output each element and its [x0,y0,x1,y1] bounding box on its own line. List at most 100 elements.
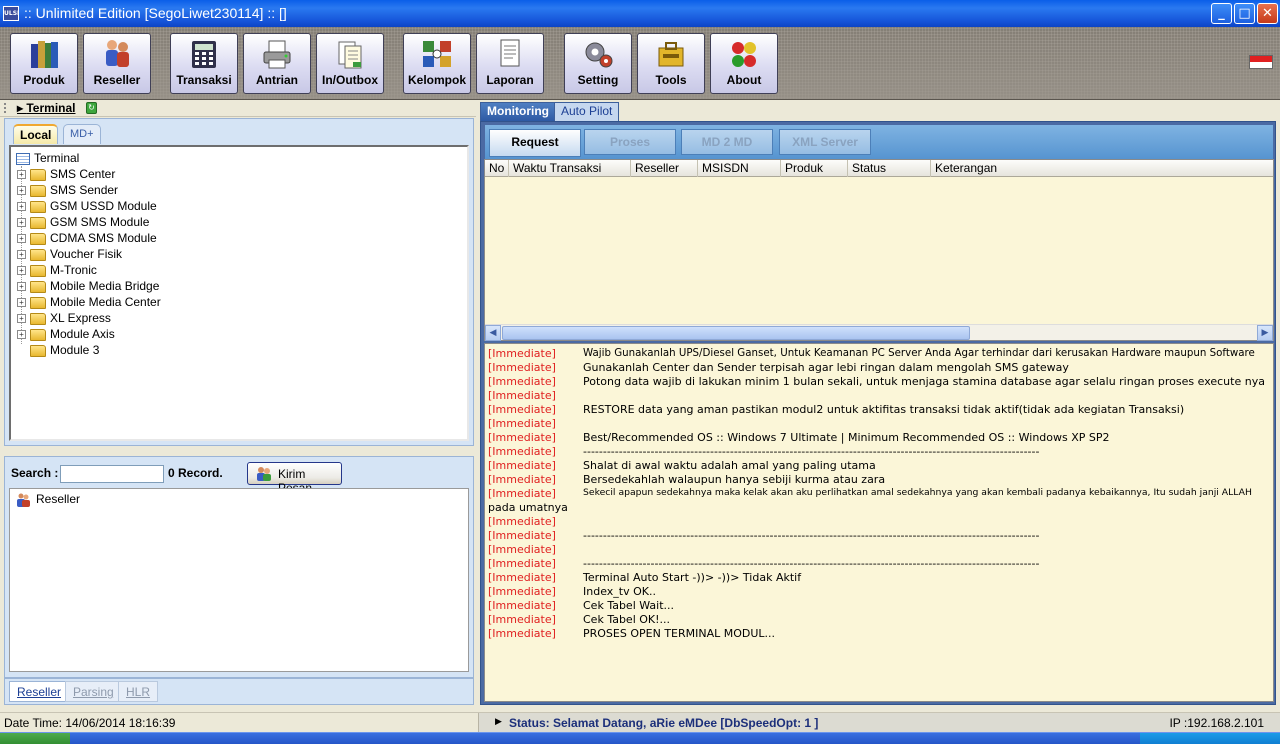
produk-button[interactable]: Produk [10,33,78,94]
tree-item-cdma-sms-module[interactable]: + CDMA SMS Module [17,231,157,247]
tab-reseller[interactable]: Reseller [9,681,70,702]
scrollbar-thumb[interactable] [502,326,970,340]
ip-address: IP :192.168.2.101 [1169,716,1264,730]
immediate-log[interactable]: [Immediate] Wajib Gunakanlah UPS/Diesel G… [484,343,1274,702]
search-input[interactable] [60,465,164,483]
column-header-produk[interactable]: Produk [781,160,848,177]
tab-local[interactable]: Local [13,124,59,144]
column-header-keterangan[interactable]: Keterangan [931,160,1273,177]
request-grid[interactable]: No Waktu Transaksi Reseller MSISDN Produ… [484,159,1274,341]
column-header-msisdn[interactable]: MSISDN [698,160,781,177]
grip-handle[interactable] [4,103,12,113]
right-tabstrip: Monitoring Auto Pilot [478,100,1280,122]
tab-md-2-md[interactable]: MD 2 MD [681,129,773,155]
tab-request[interactable]: Request [489,129,581,157]
folder-icon [30,216,46,229]
scroll-right-icon[interactable]: ▶ [1257,325,1273,341]
reseller-panel: Search : 0 Record. Kirim Pesan Reseller [4,456,474,678]
expand-icon[interactable]: + [17,330,26,340]
inoutbox-button[interactable]: In/Outbox [316,33,384,94]
column-header-status[interactable]: Status [848,160,931,177]
calculator-icon [192,41,216,68]
list-item-reseller[interactable]: Reseller [16,492,80,507]
status-bar: Date Time: 14/06/2014 18:16:39 ▶ Status:… [0,712,1280,733]
expand-icon[interactable]: + [17,266,26,276]
printer-queue-icon [263,40,291,69]
tab-monitoring[interactable]: Monitoring [480,102,556,121]
tools-button[interactable]: Tools [637,33,705,94]
expand-icon[interactable]: + [17,250,26,260]
expand-icon[interactable]: + [17,314,26,324]
folder-icon [30,312,46,325]
about-button[interactable]: About [710,33,778,94]
expand-arrow-icon[interactable]: ▶ [495,716,502,727]
tab-auto-pilot[interactable]: Auto Pilot [554,102,620,121]
reseller-tree[interactable]: Reseller [9,488,469,672]
column-header-reseller[interactable]: Reseller [631,160,698,177]
tab-md-plus[interactable]: MD+ [63,124,101,144]
left-bottom-tabs: Reseller Parsing HLR [4,678,474,705]
books-icon [31,41,58,68]
column-header-waktu-transaksi[interactable]: Waktu Transaksi [509,160,631,177]
monitoring-subtabs: Request Proses MD 2 MD XML Server [485,125,1273,159]
log-line-continuation: pada umatnya [488,501,568,514]
expand-icon[interactable]: + [17,170,26,180]
expand-icon[interactable]: + [17,234,26,244]
kirim-pesan-button[interactable]: Kirim Pesan [247,462,342,495]
settings-gears-icon [585,42,613,68]
terminal-tree[interactable]: Terminal + SMS Center + SMS Sender + GSM US… [9,145,469,441]
folder-icon [30,200,46,213]
expand-icon[interactable]: + [17,298,26,308]
app-icon[interactable]: ULSI [3,6,19,21]
terminal-header-label[interactable]: ▸ Terminal [17,101,75,115]
network-group-icon [423,41,451,67]
tree-item-sms-center[interactable]: + SMS Center [17,167,115,183]
status-panel: ▶ Status: Selamat Datang, aRie eMDee [Db… [478,713,1280,733]
expand-icon[interactable]: + [17,282,26,292]
folder-icon [30,280,46,293]
tab-parsing[interactable]: Parsing [65,681,122,702]
tree-item-sms-sender[interactable]: + SMS Sender [17,183,118,199]
tree-item-mobile-media-bridge[interactable]: + Mobile Media Bridge [17,279,159,295]
date-time: Date Time: 14/06/2014 18:16:39 [4,716,176,730]
expand-icon[interactable]: + [17,202,26,212]
folder-icon [30,184,46,197]
system-tray [1140,733,1280,744]
tree-item-gsm-sms-module[interactable]: + GSM SMS Module [17,215,149,231]
expand-icon[interactable]: + [17,186,26,196]
tree-item-module-axis[interactable]: + Module Axis [17,327,115,343]
tab-xml-server[interactable]: XML Server [779,129,871,155]
reseller-button[interactable]: Reseller [83,33,151,94]
tree-item-module-3[interactable]: Module 3 [17,343,99,359]
antrian-button[interactable]: Antrian [243,33,311,94]
setting-button[interactable]: Setting [564,33,632,94]
transaksi-button[interactable]: Transaksi [170,33,238,94]
kelompok-button[interactable]: Kelompok [403,33,471,94]
horizontal-scrollbar[interactable]: ◀ ▶ [485,324,1273,341]
window-title: :: Unlimited Edition [SegoLiwet230114] :… [24,5,287,21]
about-balls-icon [732,42,756,67]
scroll-left-icon[interactable]: ◀ [485,325,501,341]
tree-root-terminal[interactable]: Terminal [16,151,79,167]
people-icon [17,493,30,507]
column-header-no[interactable]: No [485,160,509,177]
people-icon [106,40,129,67]
tab-hlr[interactable]: HLR [118,681,159,702]
tree-item-m-tronic[interactable]: + M-Tronic [17,263,97,279]
tree-item-voucher-fisik[interactable]: + Voucher Fisik [17,247,122,263]
refresh-icon[interactable]: ↻ [86,102,97,114]
maximize-button[interactable]: □ [1234,3,1255,24]
tree-item-xl-express[interactable]: + XL Express [17,311,111,327]
tree-item-gsm-ussd-module[interactable]: + GSM USSD Module [17,199,157,215]
tree-item-mobile-media-center[interactable]: + Mobile Media Center [17,295,161,311]
folder-icon [30,344,46,357]
close-button[interactable]: ✕ [1257,3,1278,24]
start-button[interactable] [0,733,70,744]
antrian-label: Antrian [256,73,298,87]
tab-proses[interactable]: Proses [584,129,676,155]
tools-label: Tools [655,73,687,87]
laporan-button[interactable]: Laporan [476,33,544,94]
status-message: Status: Selamat Datang, aRie eMDee [DbSp… [509,716,819,730]
expand-icon[interactable]: + [17,218,26,228]
minimize-button[interactable]: _ [1211,3,1232,24]
